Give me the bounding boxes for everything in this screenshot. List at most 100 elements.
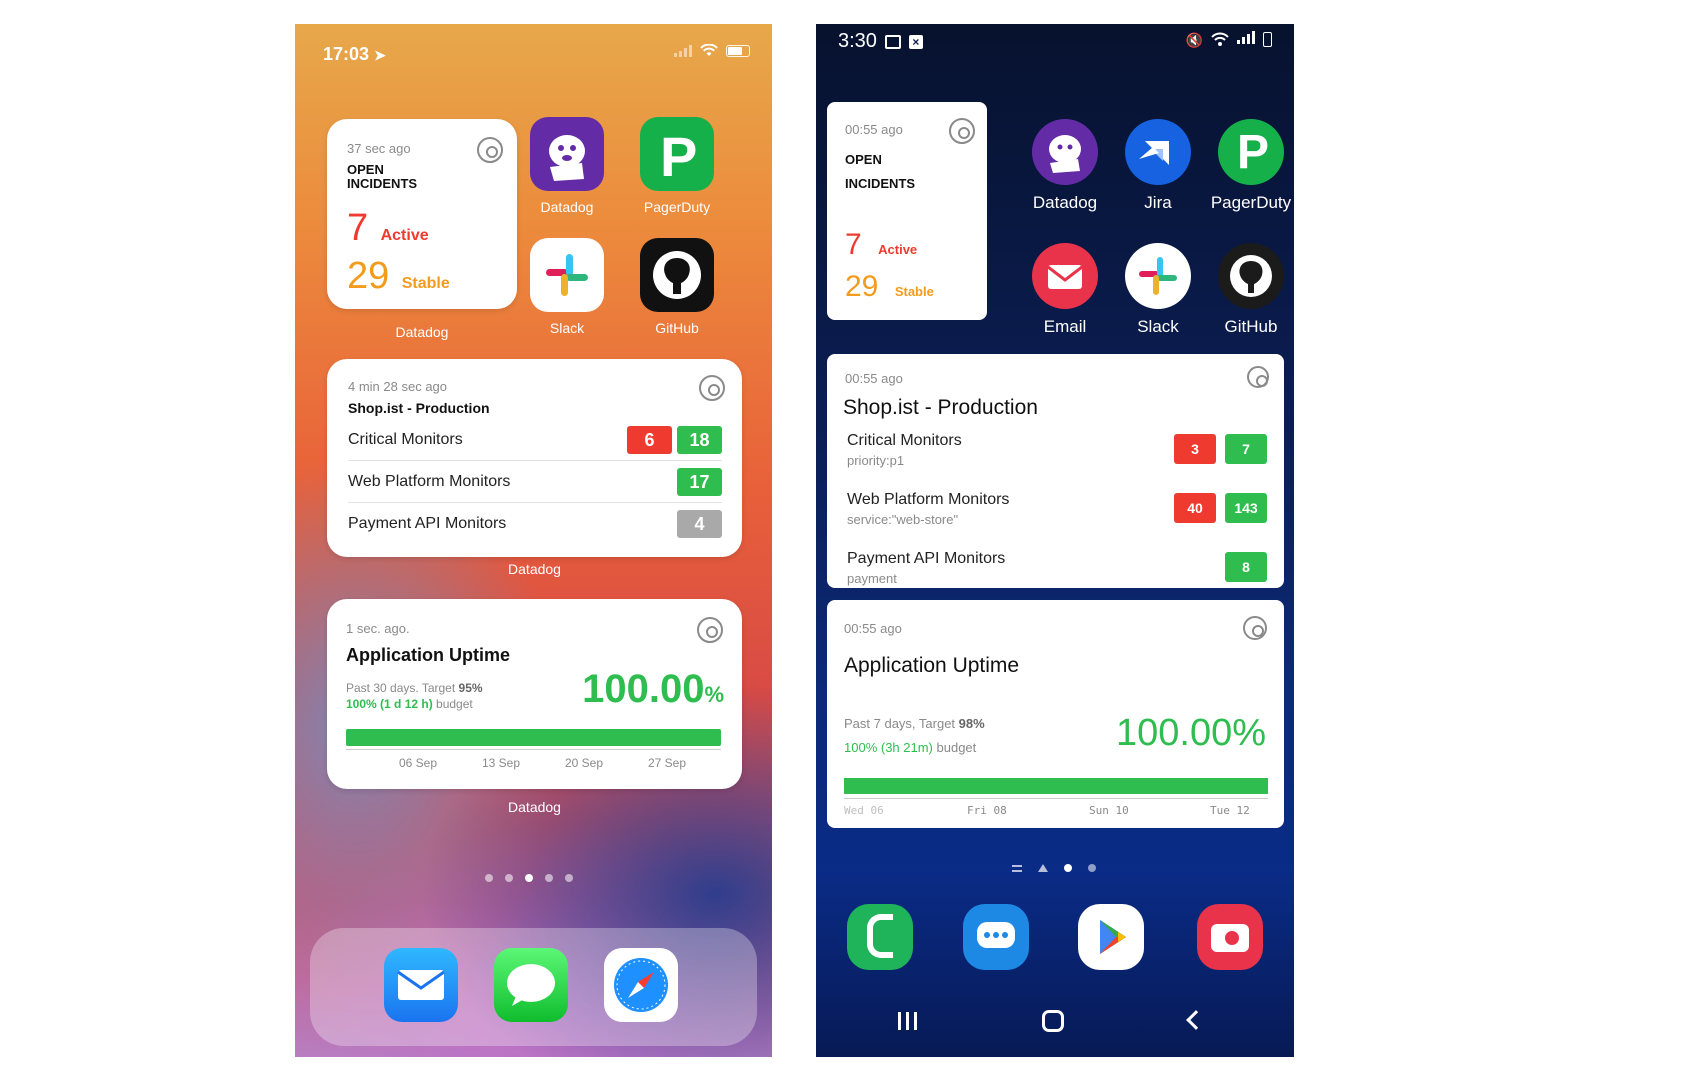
- budget-text: 100% (1 d 12 h) budget: [346, 697, 473, 711]
- last-updated: 00:55 ago: [844, 621, 902, 636]
- monitors-widget[interactable]: 4 min 28 sec ago Shop.ist - Production C…: [327, 359, 742, 557]
- ok-count: 17: [677, 468, 722, 496]
- page-dot[interactable]: [505, 874, 513, 882]
- app-slack[interactable]: Slack: [512, 238, 622, 336]
- active-count: 7: [347, 207, 369, 249]
- title-line-2: INCIDENTS: [845, 176, 916, 191]
- monitor-row[interactable]: Critical Monitors priority:p1 3 7: [847, 432, 1267, 484]
- axis-tick-label: Tue 12: [1210, 804, 1250, 817]
- active-label: Active: [380, 227, 429, 244]
- incidents-widget[interactable]: 00:55 ago OPEN INCIDENTS 7 Active 29 Sta…: [827, 102, 987, 320]
- incidents-widget[interactable]: 37 sec ago OPEN INCIDENTS 7 Active 29 St…: [327, 119, 517, 309]
- uptime-axis: [346, 749, 721, 750]
- uptime-bar-track: [844, 778, 1268, 794]
- page-dot[interactable]: [545, 874, 553, 882]
- dock-app-messages[interactable]: [963, 904, 1029, 970]
- stable-incidents: 29 Stable: [347, 255, 450, 298]
- app-pagerduty[interactable]: P PagerDuty: [622, 117, 732, 215]
- page-dot[interactable]: [485, 874, 493, 882]
- jira-icon: [1125, 119, 1191, 185]
- stable-incidents: 29 Stable: [845, 270, 934, 304]
- widget-title: OPEN INCIDENTS: [347, 163, 417, 191]
- slack-icon: [1125, 243, 1191, 309]
- github-icon: [1218, 243, 1284, 309]
- app-email[interactable]: Email: [1015, 243, 1115, 337]
- period-text: Past 7 days, Target 98%: [844, 716, 985, 731]
- back-button[interactable]: [1186, 1010, 1206, 1030]
- monitor-name: Web Platform Monitors: [847, 491, 1010, 508]
- widget-title: Shop.ist - Production: [843, 396, 1038, 419]
- stable-count: 29: [347, 255, 390, 297]
- app-github[interactable]: GitHub: [622, 238, 732, 336]
- uptime-widget[interactable]: 00:55 ago Application Uptime Past 7 days…: [827, 600, 1284, 828]
- app-pagerduty[interactable]: P PagerDuty: [1201, 119, 1294, 213]
- mail-icon: [384, 948, 458, 1022]
- monitor-query: priority:p1: [847, 453, 905, 468]
- monitor-row[interactable]: Web Platform Monitors service:"web-store…: [847, 491, 1267, 543]
- home-button[interactable]: [1042, 1010, 1064, 1032]
- android-home-screen: 3:30 × 🔇 00:55 ago OPEN INCIDENTS 7 Acti…: [816, 24, 1294, 1057]
- active-label: Active: [878, 242, 918, 257]
- app-slack[interactable]: Slack: [1108, 243, 1208, 337]
- stable-count: 29: [845, 270, 879, 303]
- dock-app-safari[interactable]: [586, 948, 696, 1022]
- recent-apps-button[interactable]: [898, 1012, 917, 1030]
- widget-caption: Datadog: [508, 799, 561, 815]
- monitor-name: Payment API Monitors: [847, 550, 1006, 567]
- dock-app-messages[interactable]: [476, 948, 586, 1022]
- app-jira[interactable]: Jira: [1108, 119, 1208, 213]
- monitor-query: payment: [847, 571, 897, 586]
- monitor-row[interactable]: Critical Monitors 6 18: [348, 419, 722, 461]
- page-dot[interactable]: [1088, 864, 1096, 872]
- monitor-row[interactable]: Payment API Monitors payment 8: [847, 550, 1267, 586]
- dock-app-play-store[interactable]: [1078, 904, 1144, 970]
- axis-tick-label: 13 Sep: [482, 756, 521, 770]
- monitor-name: Payment API Monitors: [348, 515, 507, 532]
- monitors-widget[interactable]: 00:55 ago Shop.ist - Production Critical…: [827, 354, 1284, 588]
- widget-title: Shop.ist - Production: [348, 400, 490, 416]
- target-value: 98%: [958, 716, 985, 731]
- dock-app-camera[interactable]: [1197, 904, 1263, 970]
- monitor-status-icon: [1247, 366, 1269, 388]
- page-dot[interactable]: [525, 874, 533, 882]
- uptime-widget[interactable]: 1 sec. ago. Application Uptime Past 30 d…: [327, 599, 742, 789]
- page-indicator[interactable]: [485, 874, 573, 882]
- widget-title: Application Uptime: [346, 645, 511, 665]
- phone-icon: [847, 904, 913, 970]
- ios-status-time: 17:03 ➤: [323, 44, 386, 65]
- budget-value: 100% (1 d 12 h): [346, 697, 433, 711]
- app-github[interactable]: GitHub: [1201, 243, 1294, 337]
- ok-count: 143: [1225, 493, 1267, 523]
- app-datadog[interactable]: Datadog: [1015, 119, 1115, 213]
- app-datadog[interactable]: Datadog: [512, 117, 622, 215]
- dock-app-phone[interactable]: [847, 904, 913, 970]
- ios-status-indicators: [674, 44, 750, 57]
- last-updated: 1 sec. ago.: [346, 621, 410, 636]
- incident-status-icon: [949, 118, 975, 144]
- app-label: Slack: [1137, 317, 1179, 336]
- page-indicator[interactable]: [1012, 864, 1096, 872]
- page-dot[interactable]: [565, 874, 573, 882]
- pagerduty-icon: P: [640, 117, 714, 191]
- clock: 17:03: [323, 44, 370, 64]
- last-updated: 00:55 ago: [845, 122, 903, 137]
- monitor-row[interactable]: Payment API Monitors 4: [348, 503, 722, 545]
- app-label: Slack: [549, 320, 585, 336]
- monitor-name: Critical Monitors: [348, 431, 463, 448]
- uptime-value: 100.00%: [582, 667, 724, 712]
- page-dot[interactable]: [1064, 864, 1072, 872]
- dock-app-mail[interactable]: [366, 948, 476, 1022]
- title-line-2: INCIDENTS: [347, 176, 418, 191]
- monitor-row[interactable]: Web Platform Monitors 17: [348, 461, 722, 503]
- axis-tick-label: Fri 08: [967, 804, 1007, 817]
- widget-title: OPEN INCIDENTS: [845, 148, 915, 196]
- monitor-query: service:"web-store": [847, 512, 959, 527]
- app-label: Jira: [1144, 193, 1172, 212]
- slo-status-icon: [697, 617, 723, 643]
- incident-status-icon: [477, 137, 503, 163]
- slack-icon: [530, 238, 604, 312]
- ok-count: 8: [1225, 552, 1267, 582]
- close-notification-icon: ×: [908, 34, 923, 49]
- uptime-number: 100.00: [582, 667, 705, 711]
- monitor-name: Critical Monitors: [847, 432, 962, 449]
